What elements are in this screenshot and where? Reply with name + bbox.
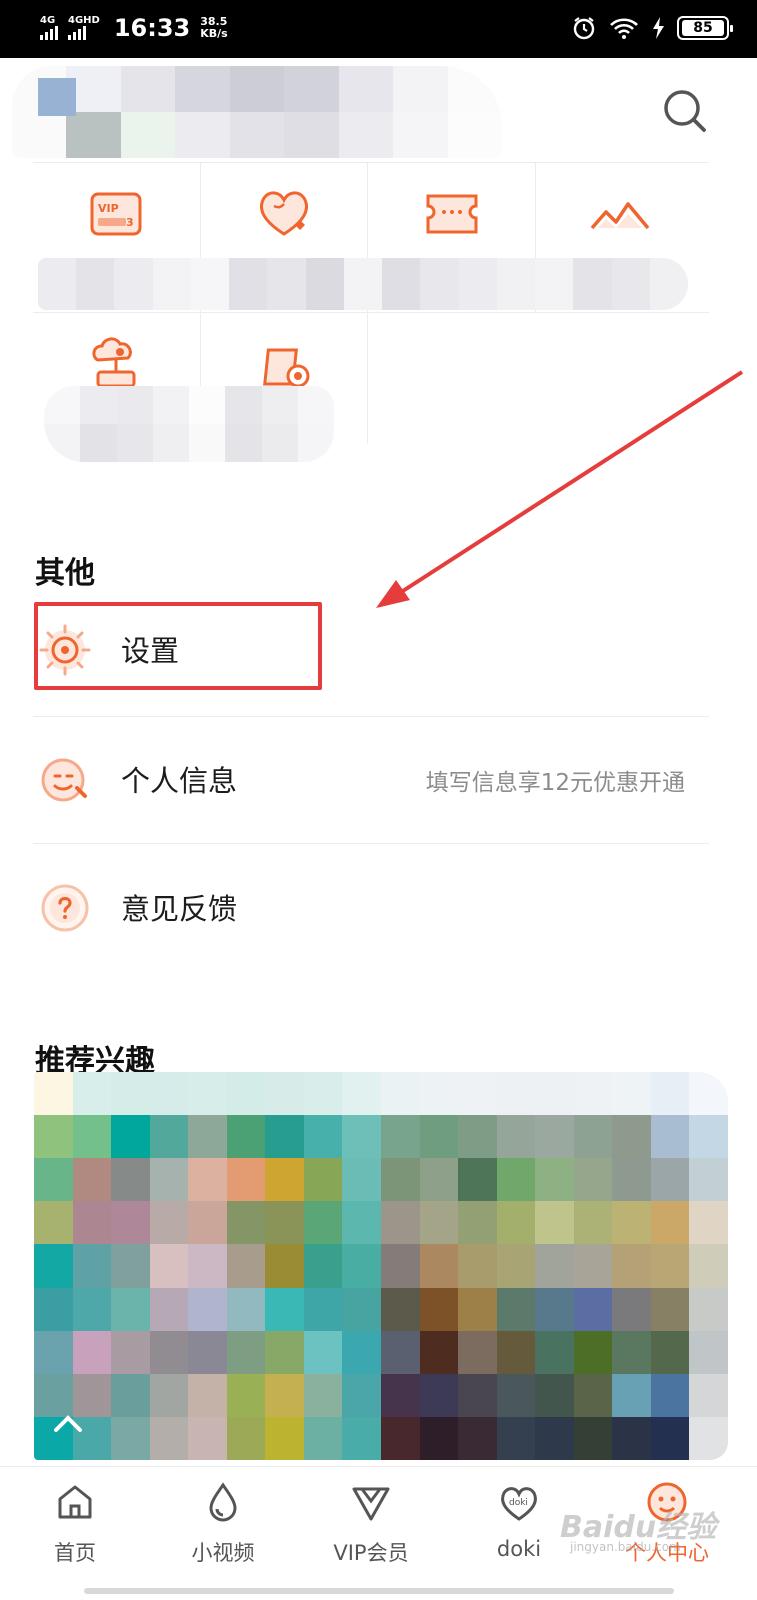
alarm-icon <box>573 17 595 40</box>
personal-info-row[interactable]: 个人信息 填写信息享12元优惠开通 <box>33 730 709 826</box>
nav-vip-label: VIP会员 <box>333 1541 409 1565</box>
svg-text:VIP: VIP <box>98 202 119 215</box>
nav-home-label: 首页 <box>54 1541 96 1565</box>
interest-cards-blurred[interactable] <box>34 1072 728 1460</box>
vip-coupon-icon[interactable]: VIP 3 <box>84 182 148 246</box>
annotation-highlight-box <box>34 602 322 690</box>
feedback-label: 意见反馈 <box>121 892 238 926</box>
mountain-icon[interactable] <box>588 184 652 248</box>
profile-header-blurred <box>12 66 502 158</box>
status-bar: 4G 4GHD 16:33 38.5 KB/s 85 <box>0 0 757 58</box>
doki-heart-icon: doki <box>501 1487 537 1521</box>
nav-short-video-label: 小视频 <box>191 1541 255 1565</box>
avatar[interactable] <box>38 78 76 116</box>
search-icon[interactable] <box>660 86 710 136</box>
grid-line <box>33 312 709 313</box>
divider <box>33 716 709 717</box>
personal-info-label: 个人信息 <box>121 764 238 798</box>
clock: 16:33 <box>113 14 191 42</box>
home-indicator[interactable] <box>84 1588 674 1594</box>
home-icon <box>58 1485 92 1519</box>
gift-tree-icon[interactable] <box>84 330 148 394</box>
heart-points-icon[interactable] <box>252 180 316 244</box>
signal-4g: 4G <box>40 16 58 40</box>
divider <box>33 843 709 844</box>
signal-bars-icon <box>68 26 86 40</box>
signal-4ghd: 4GHD <box>68 16 100 40</box>
svg-text:doki: doki <box>509 1498 528 1508</box>
nav-doki-label: doki <box>496 1537 542 1561</box>
personal-info-hint: 填写信息享12元优惠开通 <box>425 770 685 796</box>
droplet-icon <box>209 1482 237 1522</box>
svg-text:3: 3 <box>126 216 134 229</box>
grid-line <box>33 162 709 163</box>
wifi-icon <box>610 18 638 39</box>
question-icon <box>41 884 89 932</box>
service-labels-blurred-2 <box>44 386 334 462</box>
ticket-icon[interactable] <box>420 182 484 246</box>
service-labels-blurred <box>38 258 688 310</box>
nav-home[interactable]: 首页 <box>5 1479 145 1579</box>
section-title-other: 其他 <box>35 556 95 591</box>
nav-short-video[interactable]: 小视频 <box>153 1479 293 1579</box>
face-edit-icon <box>41 758 87 802</box>
feedback-row[interactable]: 意见反馈 <box>33 858 709 954</box>
collapse-chevron-icon[interactable] <box>52 1412 84 1434</box>
nav-vip[interactable]: VIP会员 <box>301 1479 441 1579</box>
charging-icon <box>653 17 664 39</box>
signal-bars-icon <box>40 26 58 40</box>
battery-icon: 85 <box>677 16 733 40</box>
network-speed: 38.5 KB/s <box>200 15 228 40</box>
vip-diamond-icon <box>352 1487 390 1521</box>
watermark-sub: jingyan.baidu.com <box>570 1540 681 1554</box>
